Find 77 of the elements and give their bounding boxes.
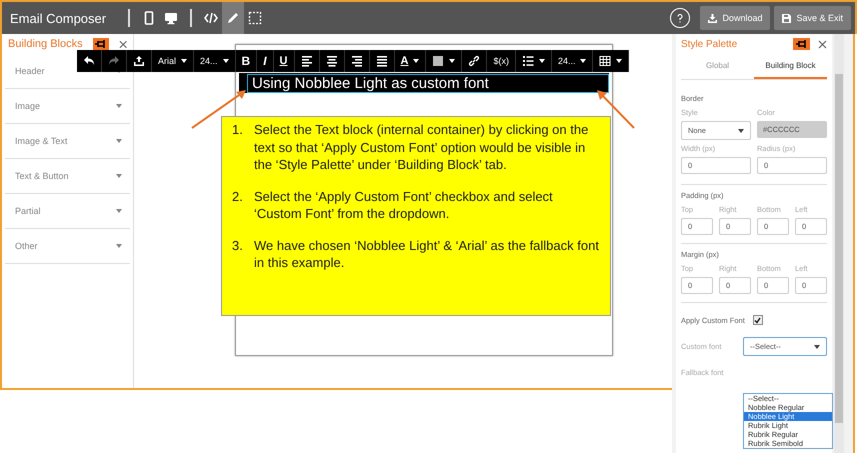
italic-letter: I — [263, 54, 267, 68]
close-icon[interactable] — [118, 40, 127, 48]
bullet-list-icon — [522, 55, 534, 67]
pin-icon — [796, 40, 808, 48]
caret-icon — [413, 59, 420, 63]
table-icon — [599, 55, 612, 67]
redo-icon — [108, 55, 120, 67]
caret-icon — [116, 244, 122, 248]
accordion-item[interactable]: Image & Text — [5, 124, 130, 159]
caret-icon — [449, 59, 456, 63]
download-icon — [708, 14, 718, 22]
caret-icon — [116, 104, 122, 108]
toolbar-button[interactable]: $(x) — [487, 50, 516, 72]
download-button[interactable]: Download — [700, 6, 770, 30]
caret-icon — [814, 344, 820, 348]
toolbar-button[interactable]: A — [394, 50, 426, 72]
underline-letter: U — [280, 55, 288, 67]
align-right-icon — [350, 55, 362, 67]
pencil-icon — [226, 11, 240, 25]
toolbar-label: Arial — [158, 56, 176, 66]
monitor-icon — [164, 11, 178, 25]
code-icon — [204, 11, 218, 25]
toolbar-label: 24... — [200, 56, 218, 66]
close-icon[interactable] — [818, 40, 827, 48]
bold-letter: B — [242, 54, 250, 68]
accordion-item[interactable]: Text & Button — [5, 159, 130, 194]
step-text: We have chosen ‘Nobblee Light’ & ‘Arial’ as the fallback font in this example. — [254, 236, 600, 272]
toolbar-button[interactable]: 24... — [552, 50, 594, 72]
accordion-item[interactable]: Partial — [5, 194, 130, 229]
dashed-square-icon — [248, 11, 262, 25]
align-left-icon — [300, 55, 312, 67]
caret-icon — [616, 59, 622, 63]
pin-button[interactable] — [92, 38, 109, 50]
arrow — [597, 90, 635, 129]
tray-arrow-icon — [133, 55, 145, 67]
toolbar-label: $(x) — [493, 56, 509, 66]
step-text: Select the Text block (internal container) by clicking on the text so that ‘Apply Custom Font’ option would be visible in the ‘Style Palette’ under ‘Building Block’ tab. — [254, 121, 590, 174]
highlight-icon — [432, 55, 444, 67]
save-exit-button[interactable]: Save & Exit — [774, 6, 851, 30]
accordion-item[interactable]: Image — [5, 89, 130, 124]
caret-icon — [538, 59, 545, 63]
checkbox[interactable] — [752, 315, 763, 325]
toolbar-button[interactable]: I — [257, 50, 274, 72]
caret-icon — [116, 209, 122, 213]
caret-icon — [116, 139, 122, 143]
caret-icon — [580, 59, 586, 63]
fontcolor-letter: A — [400, 55, 408, 67]
panel-title: Building Blocks — [8, 38, 83, 50]
toolbar-button[interactable]: U — [274, 50, 294, 72]
floppy-icon — [782, 14, 792, 22]
accordion-item[interactable]: Other — [5, 229, 130, 264]
scrollbar[interactable] — [834, 34, 844, 453]
caret-icon — [222, 59, 229, 63]
toolbar-button[interactable]: B — [236, 50, 258, 72]
justify-icon — [376, 55, 388, 67]
step-number: 3. — [232, 236, 244, 255]
app-title: Email Composer — [9, 10, 108, 26]
caret-icon — [116, 174, 122, 178]
pin-button[interactable] — [793, 38, 810, 50]
caret-icon — [738, 128, 744, 132]
step-text: Select the ‘Apply Custom Font’ checkbox and select ‘Custom Font’ from the dropdown. — [254, 188, 554, 223]
panel-title: Style Palette — [681, 38, 738, 50]
tool-button[interactable] — [222, 2, 244, 34]
phone-icon — [142, 11, 156, 25]
help-icon[interactable] — [670, 8, 690, 28]
align-center-icon — [326, 55, 338, 67]
undo-icon — [83, 55, 95, 67]
toolbar-button[interactable]: 24... — [194, 50, 236, 72]
caret-icon — [181, 59, 188, 63]
toolbar-label: 24... — [558, 56, 576, 66]
step-number: 1. — [232, 121, 244, 139]
text-block[interactable]: Using Nobblee Light as custom font — [239, 73, 609, 93]
tab[interactable]: Building Block — [754, 54, 827, 79]
step-number: 2. — [232, 188, 244, 206]
toolbar-button[interactable]: Arial — [152, 50, 194, 72]
link-icon — [468, 55, 480, 67]
pin-icon — [94, 40, 107, 48]
